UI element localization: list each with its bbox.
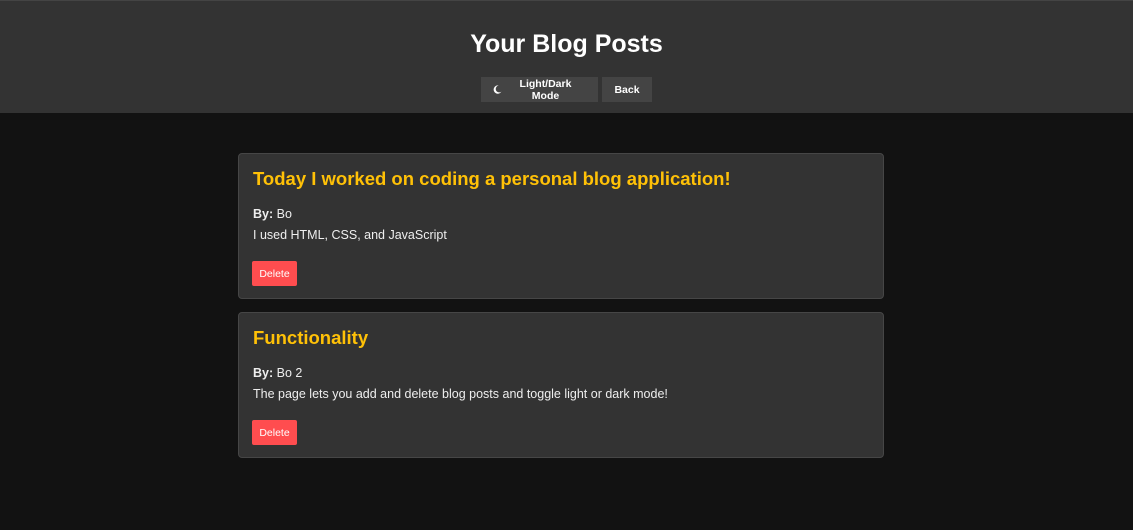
post-author-line: By: Bo [253, 207, 869, 222]
post-author-line: By: Bo 2 [253, 366, 869, 381]
post-card: Functionality By: Bo 2 The page lets you… [238, 312, 884, 458]
header-buttons: Light/Dark Mode Back [0, 77, 1133, 102]
theme-toggle-label: Light/Dark Mode [519, 77, 572, 102]
post-author: Bo 2 [276, 366, 303, 380]
moon-icon [493, 85, 502, 94]
post-title: Functionality [253, 327, 369, 348]
back-button[interactable]: Back [602, 77, 652, 102]
delete-post-button[interactable]: Delete [252, 420, 297, 445]
post-author: Bo [276, 207, 292, 221]
delete-post-button[interactable]: Delete [252, 261, 297, 286]
post-author-label: By: [253, 366, 274, 380]
post-card: Today I worked on coding a personal blog… [238, 153, 884, 299]
page-title: Your Blog Posts [470, 30, 663, 58]
post-body: The page lets you add and delete blog po… [253, 387, 668, 401]
posts-list: Today I worked on coding a personal blog… [238, 153, 884, 471]
post-author-label: By: [253, 207, 274, 221]
header-bar: Your Blog Posts Light/Dark Mode Back [0, 0, 1133, 113]
post-body: I used HTML, CSS, and JavaScript [253, 228, 447, 242]
post-title: Today I worked on coding a personal blog… [253, 168, 731, 189]
theme-toggle-button[interactable]: Light/Dark Mode [481, 77, 598, 102]
